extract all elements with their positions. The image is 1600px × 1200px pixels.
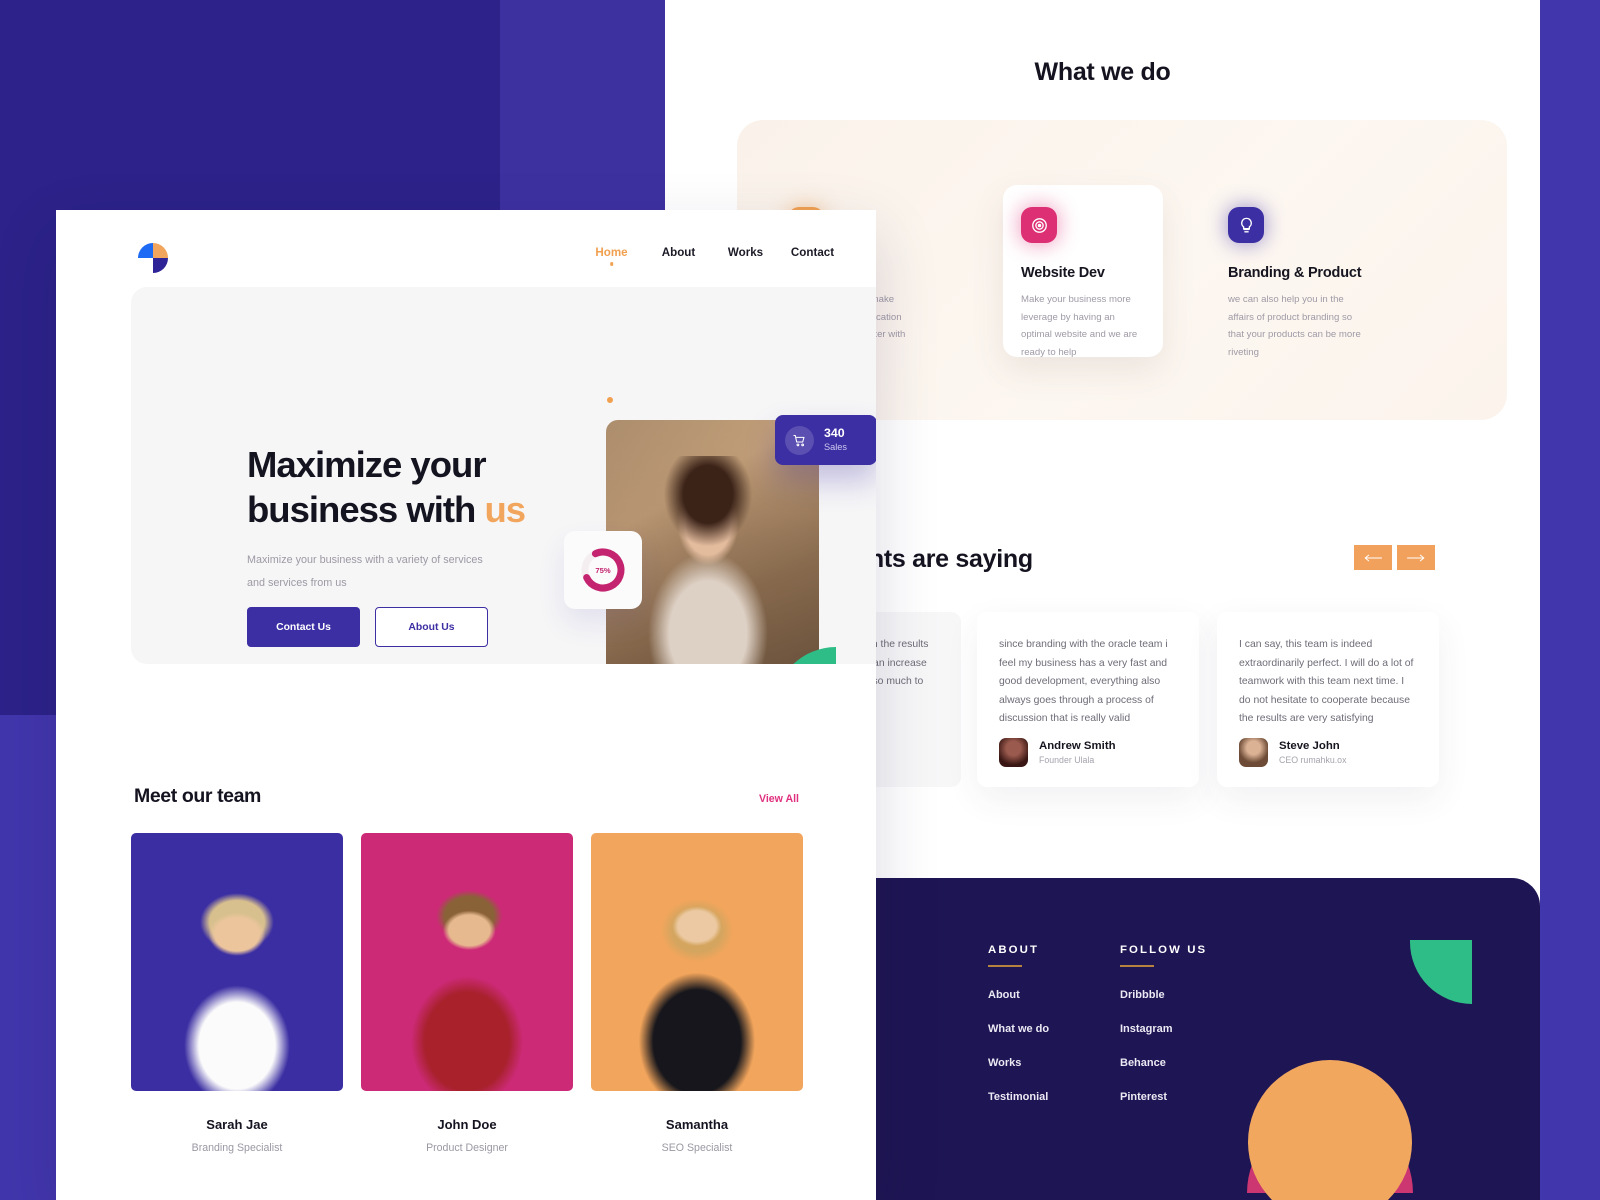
team-member-photo bbox=[361, 833, 573, 1091]
testimonial-author-name: Andrew Smith bbox=[1039, 739, 1116, 752]
footer-link-pinterest[interactable]: Pinterest bbox=[1120, 1091, 1207, 1103]
team-member-name: Sarah Jae bbox=[206, 1117, 268, 1132]
footer-column-about: ABOUT About What we do Works Testimonial bbox=[988, 944, 1049, 1103]
team-member-figure bbox=[638, 885, 756, 1091]
footer-heading-underline bbox=[1120, 965, 1154, 967]
testimonials-nav-controls bbox=[1354, 545, 1435, 570]
testimonial-card[interactable]: I can say, this team is indeed extraordi… bbox=[1217, 612, 1439, 787]
pie-logo[interactable] bbox=[136, 241, 170, 275]
footer-link-instagram[interactable]: Instagram bbox=[1120, 1023, 1207, 1035]
testimonial-next-button[interactable] bbox=[1397, 545, 1435, 570]
footer-link-works[interactable]: Works bbox=[988, 1057, 1049, 1069]
team-member-list: Sarah Jae Branding Specialist John Doe P… bbox=[131, 833, 803, 1154]
arrow-right-icon bbox=[1406, 554, 1425, 561]
footer-column-heading: ABOUT bbox=[988, 944, 1039, 956]
team-member-card[interactable]: Sarah Jae Branding Specialist bbox=[131, 833, 343, 1154]
testimonial-card[interactable]: since branding with the oracle team i fe… bbox=[977, 612, 1199, 787]
avatar bbox=[1239, 738, 1268, 767]
service-card-title: Website Dev bbox=[1021, 265, 1105, 281]
service-card-branding[interactable]: Branding & Product we can also help you … bbox=[1210, 185, 1385, 358]
lightbulb-icon bbox=[1228, 207, 1264, 243]
footer-link-testimonial[interactable]: Testimonial bbox=[988, 1091, 1049, 1103]
nav-link-contact[interactable]: Contact bbox=[779, 246, 846, 259]
hero-heading-line1: Maximize your bbox=[247, 444, 487, 485]
team-member-role: SEO Specialist bbox=[661, 1142, 733, 1154]
testimonial-prev-button[interactable] bbox=[1354, 545, 1392, 570]
backdrop-right-strip bbox=[1540, 0, 1600, 1200]
nav-link-label: About bbox=[661, 246, 696, 259]
team-member-role: Product Designer bbox=[426, 1142, 508, 1154]
cart-icon bbox=[785, 425, 814, 455]
team-member-card[interactable]: Samantha SEO Specialist bbox=[591, 833, 803, 1154]
service-card-body: we can also help you in the affairs of p… bbox=[1228, 294, 1361, 359]
team-member-name: John Doe bbox=[437, 1117, 497, 1132]
nav-link-home[interactable]: Home bbox=[578, 246, 645, 266]
hero-subtitle: Maximize your business with a variety of… bbox=[247, 554, 483, 589]
team-member-card[interactable]: John Doe Product Designer bbox=[361, 833, 573, 1154]
footer-column-follow-us: FOLLOW US Dribbble Instagram Behance Pin… bbox=[1120, 944, 1207, 1103]
hero-section: Maximize your business with us Maximize … bbox=[131, 287, 876, 664]
hero-photo-subject bbox=[644, 456, 772, 664]
team-member-name: Samantha bbox=[665, 1117, 729, 1132]
navbar: Home About Works Contact bbox=[56, 210, 876, 295]
contact-us-button[interactable]: Contact Us bbox=[247, 607, 360, 647]
team-member-figure bbox=[408, 885, 526, 1091]
target-icon bbox=[1021, 207, 1057, 243]
team-member-figure bbox=[178, 885, 296, 1091]
nav-link-label: Contact bbox=[790, 246, 835, 259]
active-dot-icon bbox=[609, 262, 614, 266]
testimonial-author: Andrew Smith Founder Ulala bbox=[999, 738, 1116, 767]
arrow-left-icon bbox=[1364, 554, 1383, 561]
view-all-link[interactable]: View All bbox=[759, 793, 799, 805]
testimonial-author-role: CEO rumahku.ox bbox=[1279, 755, 1347, 766]
service-card-body: Make your business more leverage by havi… bbox=[1021, 294, 1138, 359]
nav-link-label: Works bbox=[727, 246, 764, 259]
service-card-title: Branding & Product bbox=[1228, 265, 1362, 281]
hero-heading-line2: business with bbox=[247, 489, 485, 531]
sales-count: 340 bbox=[824, 426, 845, 441]
testimonial-author-name: Steve John bbox=[1279, 739, 1340, 752]
sales-label: Sales bbox=[824, 441, 847, 452]
footer-link-dribbble[interactable]: Dribbble bbox=[1120, 989, 1207, 1001]
orange-dot-decoration bbox=[607, 397, 613, 403]
avatar bbox=[999, 738, 1028, 767]
footer-link-behance[interactable]: Behance bbox=[1120, 1057, 1207, 1069]
service-card-website-dev[interactable]: Website Dev Make your business more leve… bbox=[1003, 185, 1163, 358]
hero-actions: Contact Us About Us bbox=[247, 607, 488, 647]
hero-heading: Maximize your business with us bbox=[247, 442, 627, 533]
footer-column-heading: FOLLOW US bbox=[1120, 944, 1208, 956]
team-member-photo bbox=[591, 833, 803, 1091]
testimonial-quote: since branding with the oracle team i fe… bbox=[999, 639, 1168, 725]
nav-links: Home About Works Contact bbox=[578, 246, 846, 266]
team-section-title: Meet our team bbox=[134, 785, 261, 807]
sales-badge-card: 340 Sales bbox=[775, 415, 876, 465]
hero-heading-accent: us bbox=[484, 489, 527, 531]
landing-page-panel: Home About Works Contact Maximize your b… bbox=[56, 210, 876, 1200]
progress-value: 75% bbox=[595, 565, 611, 575]
team-member-photo bbox=[131, 833, 343, 1091]
screenshot-stage: What we do UI/UX Design we can help you … bbox=[0, 0, 1600, 1200]
testimonial-quote: I can say, this team is indeed extraordi… bbox=[1239, 639, 1414, 725]
footer-link-about[interactable]: About bbox=[988, 989, 1049, 1001]
nav-link-about[interactable]: About bbox=[645, 246, 712, 259]
footer-heading-underline bbox=[988, 965, 1022, 967]
testimonial-author: Steve John CEO rumahku.ox bbox=[1239, 738, 1346, 767]
what-we-do-title: What we do bbox=[1034, 58, 1171, 86]
nav-link-label: Home bbox=[595, 246, 628, 259]
team-member-role: Branding Specialist bbox=[191, 1142, 283, 1154]
footer-link-what-we-do[interactable]: What we do bbox=[988, 1023, 1049, 1035]
about-us-button[interactable]: About Us bbox=[375, 607, 488, 647]
testimonial-author-role: Founder Ulala bbox=[1039, 755, 1095, 766]
nav-link-works[interactable]: Works bbox=[712, 246, 779, 259]
progress-chart-card: 75% bbox=[564, 531, 642, 609]
donut-chart: 75% bbox=[578, 545, 628, 595]
